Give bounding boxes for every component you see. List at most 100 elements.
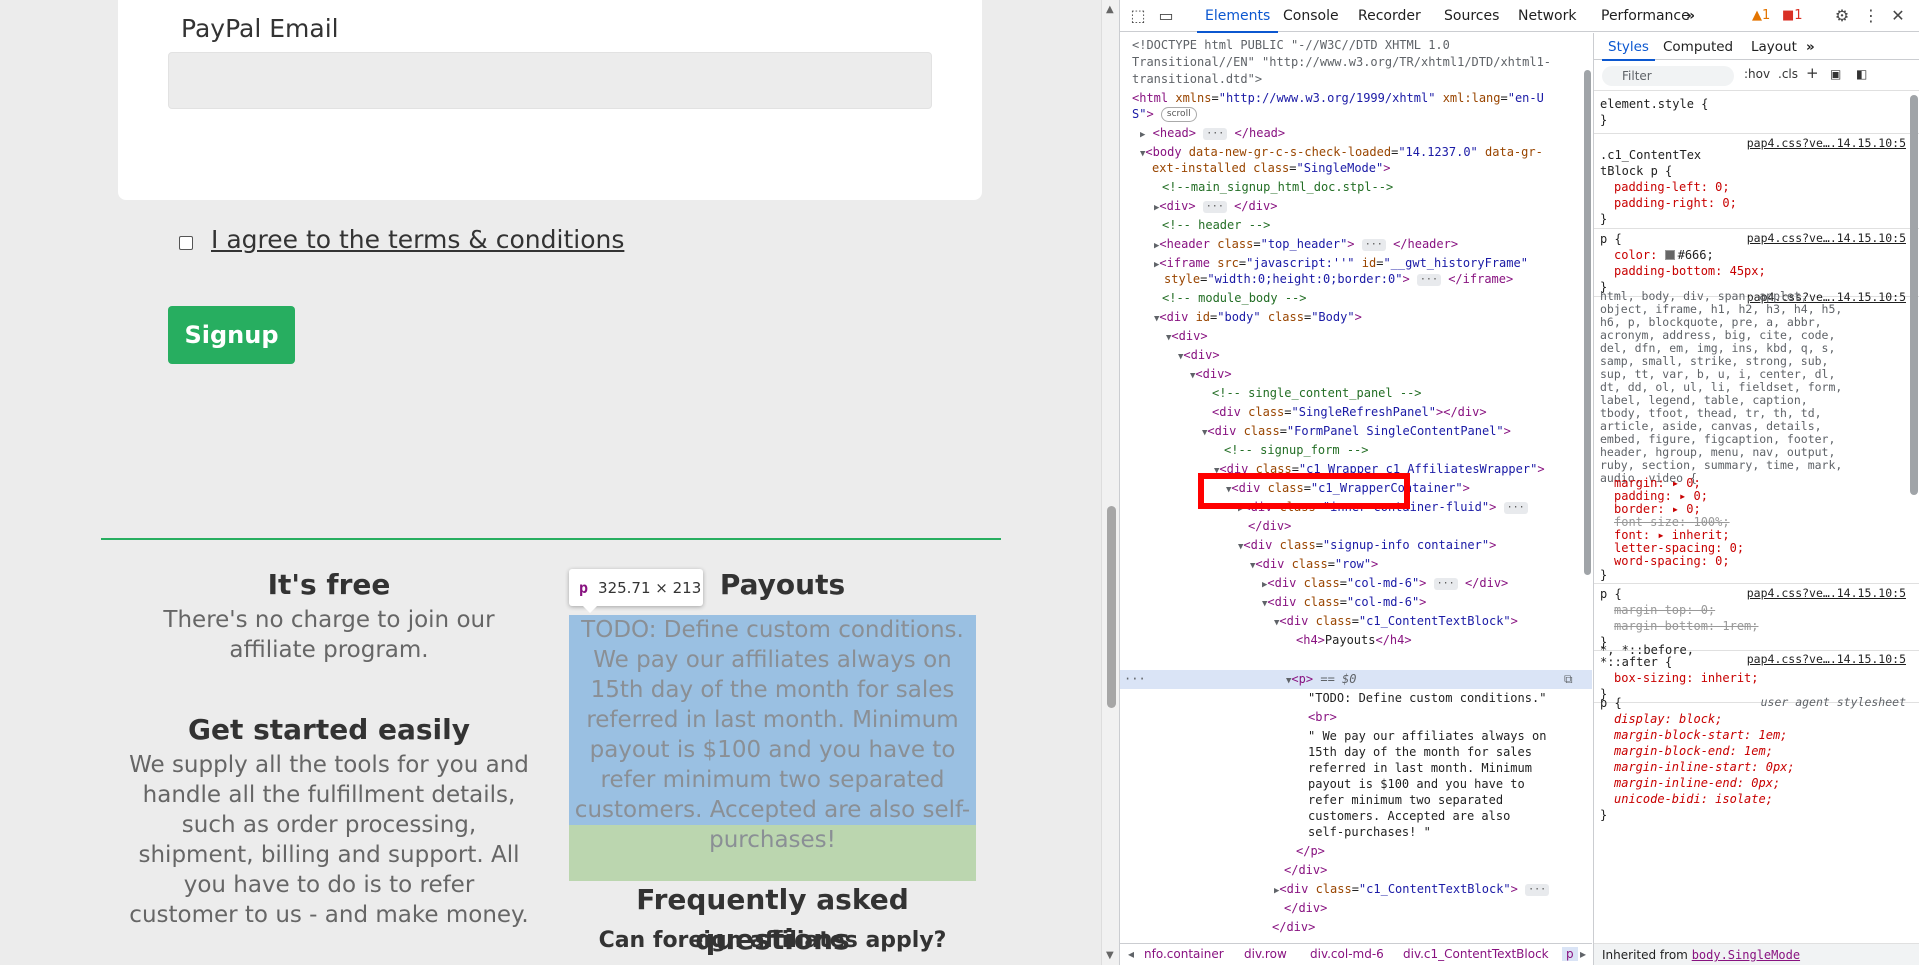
comment-main-signup[interactable]: <!--main_signup_html_doc.stpl--> — [1162, 178, 1393, 197]
rule-source-link[interactable]: pap4.css?ve….14.15.10:5 — [1747, 586, 1906, 600]
ua-prop[interactable]: margin-block-end: 1em; — [1614, 743, 1773, 759]
node-div-1[interactable]: ▶<div> ··· </div> — [1154, 197, 1277, 216]
rule-source-link[interactable]: pap4.css?ve….14.15.10:5 — [1747, 652, 1906, 666]
color-swatch[interactable] — [1664, 250, 1675, 260]
breadcrumb-item[interactable]: div.c1_ContentTextBlock — [1403, 947, 1549, 961]
hov-toggle[interactable]: :hov — [1744, 67, 1770, 81]
terms-link[interactable]: I agree to the terms & conditions — [211, 225, 624, 254]
node-single-refresh[interactable]: <div class="SingleRefreshPanel"></div> — [1212, 403, 1487, 422]
tab-performance[interactable]: Performance — [1601, 8, 1690, 24]
breadcrumb-item[interactable]: div.row — [1244, 947, 1287, 961]
elements-tree[interactable]: <!DOCTYPE html PUBLIC "-//W3C//DTD XHTML… — [1120, 33, 1592, 943]
node-form-panel[interactable]: ▼<div class="FormPanel SingleContentPane… — [1202, 422, 1511, 441]
sidebar-toggle-icon[interactable]: ◧ — [1856, 67, 1867, 81]
style-prop[interactable]: padding-right: 0; — [1614, 195, 1737, 211]
elements-scrollbar-thumb[interactable] — [1584, 70, 1591, 575]
node-body-cont[interactable]: ext-installed class="SingleMode"> — [1152, 159, 1390, 178]
tab-styles[interactable]: Styles — [1602, 39, 1655, 61]
ua-prop[interactable]: display: block; — [1614, 711, 1722, 727]
page-scrollbar[interactable]: ▲ ▼ — [1101, 0, 1119, 965]
rule-element-style[interactable]: element.style { — [1600, 96, 1708, 112]
style-prop[interactable]: margin-top: 0; — [1614, 602, 1715, 618]
node-header[interactable]: ▶<header class="top_header"> ··· </heade… — [1154, 235, 1458, 254]
page-scrollbar-thumb[interactable] — [1107, 506, 1116, 708]
style-prop[interactable]: color: #666; — [1614, 247, 1714, 263]
node-head[interactable]: ▶ <head> ··· </head> — [1140, 124, 1285, 143]
cls-toggle[interactable]: .cls — [1778, 67, 1798, 81]
node-options-dots[interactable]: ··· — [1124, 670, 1146, 689]
ua-prop[interactable]: unicode-bidi: isolate; — [1614, 791, 1773, 807]
node-div-4[interactable]: ▼<div> — [1190, 365, 1232, 384]
ua-prop[interactable]: margin-block-start: 1em; — [1614, 727, 1787, 743]
node-br[interactable]: <br> — [1308, 708, 1337, 727]
reset-selector[interactable]: html, body, div, span, applet, object, i… — [1600, 290, 1845, 485]
settings-gear-icon[interactable]: ⚙ — [1832, 6, 1852, 26]
node-col-1[interactable]: ▶<div class="col-md-6"> ··· </div> — [1262, 574, 1508, 593]
ua-prop[interactable]: margin-inline-start: 0px; — [1614, 759, 1795, 775]
tab-sources[interactable]: Sources — [1444, 8, 1499, 24]
style-prop[interactable]: margin-bottom: 1rem; — [1614, 618, 1759, 634]
scroll-badge[interactable]: scroll — [1160, 107, 1197, 122]
text-node-line-7[interactable]: self-purchases! " — [1308, 823, 1431, 842]
node-p-selected[interactable]: ▼<p> == $0 — [1286, 670, 1356, 689]
node-row-close[interactable]: </div> — [1272, 918, 1315, 937]
signup-button[interactable]: Signup — [168, 306, 295, 364]
node-p-close[interactable]: </p> — [1296, 842, 1325, 861]
comment-single-content[interactable]: <!-- single_content_panel --> — [1212, 384, 1422, 403]
rule-selector[interactable]: p { — [1600, 586, 1622, 602]
node-row[interactable]: ▼<div class="row"> — [1250, 555, 1378, 574]
node-col-close[interactable]: </div> — [1284, 899, 1327, 918]
scroll-down-icon[interactable]: ▼ — [1106, 950, 1114, 961]
styles-more-tabs[interactable]: » — [1806, 39, 1815, 55]
errors-badge[interactable]: ■1 — [1782, 8, 1803, 23]
tab-network[interactable]: Network — [1518, 8, 1576, 24]
element-state-icon[interactable]: ▣ — [1830, 67, 1841, 81]
node-div-3[interactable]: ▼<div> — [1178, 346, 1220, 365]
node-div-body[interactable]: ▼<div id="body" class="Body"> — [1154, 308, 1362, 327]
node-signup-info[interactable]: ▼<div class="signup-info container"> — [1238, 536, 1496, 555]
tab-elements[interactable]: Elements — [1196, 8, 1279, 33]
rule-selector[interactable]: tBlock p { — [1600, 163, 1672, 179]
breadcrumb-back-icon[interactable]: ◂ — [1128, 947, 1134, 961]
styles-scrollbar[interactable] — [1910, 95, 1918, 495]
rule-selector[interactable]: *::after { — [1600, 654, 1672, 670]
reveal-icon[interactable]: ⧉ — [1564, 670, 1573, 689]
elements-scrollbar[interactable] — [1583, 70, 1592, 943]
rule-selector[interactable]: p { — [1600, 231, 1622, 247]
ua-prop[interactable]: margin-inline-end: 0px; — [1614, 775, 1780, 791]
rule-source-link[interactable]: pap4.css?ve….14.15.10:5 — [1747, 231, 1906, 245]
more-tabs-button[interactable]: » — [1686, 8, 1695, 24]
style-prop[interactable]: padding-bottom: 45px; — [1614, 263, 1766, 279]
style-prop[interactable]: padding-left: 0; — [1614, 179, 1730, 195]
style-prop[interactable]: word-spacing: 0; — [1614, 553, 1730, 569]
style-prop[interactable]: box-sizing: inherit; — [1614, 670, 1759, 686]
rule-selector[interactable]: .c1_ContentTex — [1600, 147, 1701, 163]
comment-module-body[interactable]: <!-- module_body --> — [1162, 289, 1307, 308]
tab-recorder[interactable]: Recorder — [1358, 8, 1421, 24]
node-iframe-cont[interactable]: style="width:0;height:0;border:0"> ··· <… — [1164, 270, 1513, 289]
close-devtools-icon[interactable]: ✕ — [1888, 6, 1908, 26]
node-content-text-block-2[interactable]: ▶<div class="c1_ContentTextBlock"> ··· — [1274, 880, 1550, 899]
comment-signup-form[interactable]: <!-- signup_form --> — [1224, 441, 1369, 460]
breadcrumb-item[interactable]: div.col-md-6 — [1310, 947, 1384, 961]
new-rule-icon[interactable]: + — [1806, 64, 1819, 82]
node-content-text-block[interactable]: ▼<div class="c1_ContentTextBlock"> — [1274, 612, 1518, 631]
rule-source-link[interactable]: pap4.css?ve….14.15.10:5 — [1747, 136, 1906, 150]
tab-computed[interactable]: Computed — [1663, 39, 1733, 55]
node-div-2[interactable]: ▼<div> — [1166, 327, 1208, 346]
node-ctb-close[interactable]: </div> — [1284, 861, 1327, 880]
styles-filter-input[interactable]: Filter — [1602, 66, 1734, 86]
faq-question[interactable]: Can foreign affiliates apply? — [569, 928, 976, 953]
device-toolbar-icon[interactable]: ▭ — [1156, 6, 1176, 26]
rule-selector[interactable]: p { — [1600, 695, 1622, 711]
paypal-email-input[interactable] — [168, 52, 932, 109]
scroll-up-icon[interactable]: ▲ — [1106, 4, 1114, 15]
doctype-line-3[interactable]: transitional.dtd"> — [1132, 70, 1262, 89]
terms-checkbox[interactable] — [179, 236, 193, 250]
tab-layout[interactable]: Layout — [1751, 39, 1797, 55]
node-h4[interactable]: <h4>Payouts</h4> — [1296, 631, 1412, 650]
warnings-badge[interactable]: ▲1 — [1752, 8, 1770, 23]
breadcrumb-forward-icon[interactable]: ▸ — [1580, 947, 1586, 961]
inspect-element-icon[interactable]: ⬚ — [1128, 6, 1148, 26]
node-inner-close[interactable]: </div> — [1248, 517, 1291, 536]
